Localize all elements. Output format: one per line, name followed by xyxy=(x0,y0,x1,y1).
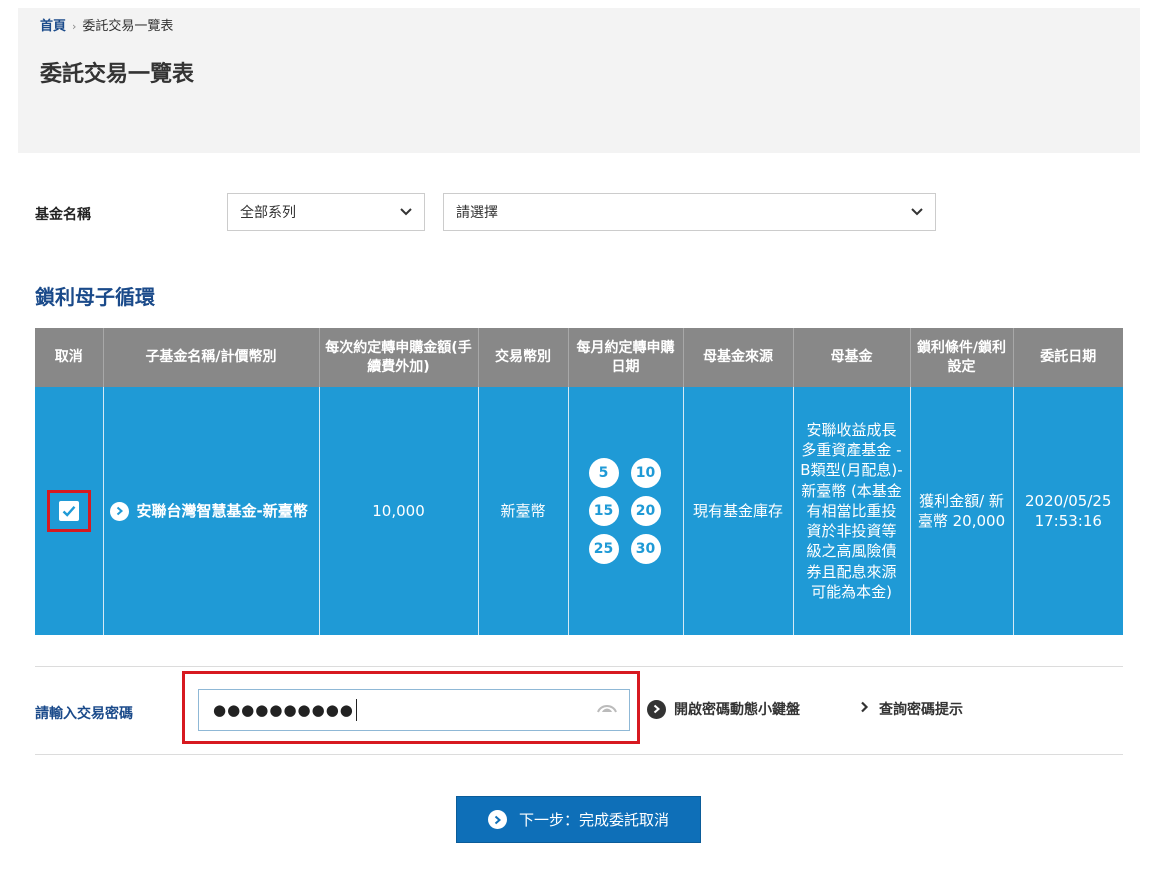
day-badge: 15 xyxy=(588,496,619,526)
cancel-cell xyxy=(35,387,104,635)
column-header-days: 每月約定轉申購日期 xyxy=(568,328,684,387)
amount-cell: 10,000 xyxy=(319,387,479,635)
table-row: 安聯台灣智慧基金-新臺幣 10,000 新臺幣 5 10 15 20 25 30… xyxy=(35,387,1123,635)
page-title: 委託交易一覽表 xyxy=(40,62,195,87)
cancel-checkbox[interactable] xyxy=(58,501,79,521)
breadcrumb-separator-icon: › xyxy=(72,20,77,33)
chevron-down-icon xyxy=(911,204,923,220)
days-cell: 5 10 15 20 25 30 xyxy=(568,387,684,635)
day-badge: 20 xyxy=(630,496,661,526)
password-masked-value: ●●●●●●●●●● xyxy=(213,701,354,719)
check-icon xyxy=(62,506,76,517)
checkbox-highlight xyxy=(46,490,91,532)
column-header-lock-condition: 鎖利條件/鎖利設定 xyxy=(910,328,1014,387)
password-input[interactable]: ●●●●●●●●●● xyxy=(198,689,630,731)
page: 首頁 › 委託交易一覽表 委託交易一覽表 基金名稱 全部系列 請選擇 鎖利母子循環 … xyxy=(0,0,1159,877)
day-badge: 30 xyxy=(630,534,661,564)
fund-name-label: 基金名稱 xyxy=(35,207,91,223)
column-header-mother-source: 母基金來源 xyxy=(683,328,794,387)
chevron-right-circle-icon xyxy=(487,810,507,829)
lock-condition-cell: 獲利金額/ 新臺幣 20,000 xyxy=(910,387,1014,635)
breadcrumb-home[interactable]: 首頁 xyxy=(40,19,66,34)
child-fund-cell: 安聯台灣智慧基金-新臺幣 xyxy=(103,387,320,635)
column-header-currency: 交易幣別 xyxy=(478,328,569,387)
next-step-label: 下一步：完成委託取消 xyxy=(518,811,669,829)
divider xyxy=(35,754,1123,755)
chevron-right-icon xyxy=(860,701,869,717)
column-header-cancel: 取消 xyxy=(35,328,104,387)
orders-table: 取消 子基金名稱/計價幣別 每次約定轉申購金額(手續費外加) 交易幣別 每月約定… xyxy=(35,328,1123,635)
series-select[interactable]: 全部系列 xyxy=(227,193,425,231)
mother-fund-cell: 安聯收益成長多重資產基金 - B類型(月配息)-新臺幣 (本基金有相當比重投資於… xyxy=(793,387,911,635)
text-caret xyxy=(355,699,357,721)
breadcrumb-current: 委託交易一覽表 xyxy=(82,19,174,34)
child-fund-name[interactable]: 安聯台灣智慧基金-新臺幣 xyxy=(137,501,308,521)
next-step-button[interactable]: 下一步：完成委託取消 xyxy=(456,796,701,843)
series-select-value: 全部系列 xyxy=(240,205,296,221)
chevron-down-icon xyxy=(400,204,412,220)
password-label: 請輸入交易密碼 xyxy=(35,706,133,722)
divider xyxy=(35,666,1123,667)
chevron-right-circle-icon xyxy=(109,501,129,521)
currency-cell: 新臺幣 xyxy=(478,387,569,635)
fund-select-value: 請選擇 xyxy=(456,205,498,221)
column-header-mother-fund: 母基金 xyxy=(793,328,911,387)
column-header-child-fund: 子基金名稱/計價幣別 xyxy=(103,328,320,387)
fund-select[interactable]: 請選擇 xyxy=(443,193,936,231)
open-keyboard-label: 開啟密碼動態小鍵盤 xyxy=(674,702,800,718)
table-header-row: 取消 子基金名稱/計價幣別 每次約定轉申購金額(手續費外加) 交易幣別 每月約定… xyxy=(35,328,1123,387)
breadcrumb: 首頁 › 委託交易一覽表 xyxy=(40,15,173,34)
day-badge: 5 xyxy=(588,458,619,488)
mother-source-cell: 現有基金庫存 xyxy=(683,387,794,635)
column-header-date: 委託日期 xyxy=(1013,328,1123,387)
section-title: 鎖利母子循環 xyxy=(35,285,155,309)
chevron-right-circle-icon xyxy=(647,699,666,719)
column-header-amount: 每次約定轉申購金額(手續費外加) xyxy=(319,328,479,387)
password-hint-link[interactable]: 查詢密碼提示 xyxy=(860,699,963,719)
day-badge: 10 xyxy=(630,458,661,488)
password-hint-label: 查詢密碼提示 xyxy=(879,702,963,718)
eye-icon[interactable] xyxy=(596,700,618,720)
open-keyboard-link[interactable]: 開啟密碼動態小鍵盤 xyxy=(647,699,800,719)
date-cell: 2020/05/25 17:53:16 xyxy=(1013,387,1123,635)
day-badge: 25 xyxy=(588,534,619,564)
